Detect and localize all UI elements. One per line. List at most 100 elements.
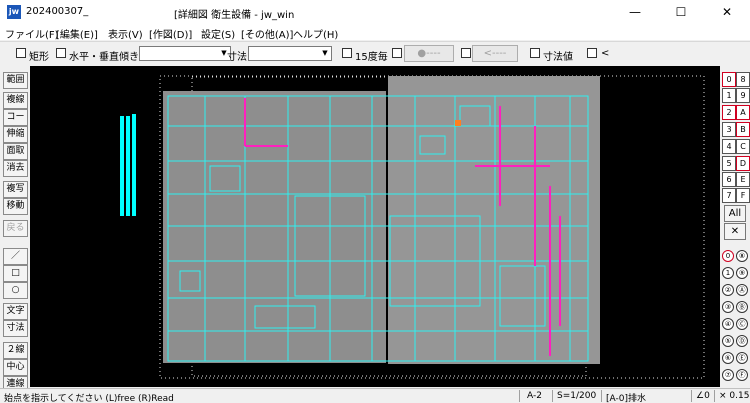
- group-a[interactable]: Ⓐ: [736, 284, 748, 296]
- group-8[interactable]: ⑧: [736, 250, 748, 262]
- tool-double-line[interactable]: ２線: [3, 342, 28, 359]
- dim-value-checkbox[interactable]: [530, 48, 540, 58]
- tool-erase[interactable]: 消去: [3, 160, 28, 177]
- status-divider: [601, 390, 602, 402]
- group-4[interactable]: ④: [722, 318, 734, 330]
- dot-checkbox[interactable]: [392, 48, 402, 58]
- tool-text[interactable]: 文字: [3, 303, 28, 320]
- tool-centerline[interactable]: 中心線: [3, 359, 28, 376]
- every15-checkbox[interactable]: [342, 48, 352, 58]
- dimension-select[interactable]: ▼: [248, 46, 332, 61]
- tool-move[interactable]: 移動: [3, 198, 28, 215]
- layer-b[interactable]: B: [736, 122, 750, 137]
- rect-label: 矩形: [29, 52, 49, 63]
- layer-3[interactable]: 3: [722, 122, 736, 137]
- arrow-line-button[interactable]: <----: [472, 45, 518, 62]
- arrow-checkbox[interactable]: [461, 48, 471, 58]
- status-angle: ∠0: [696, 391, 710, 401]
- drawing-canvas[interactable]: [30, 66, 720, 387]
- tool-dimension[interactable]: 寸法: [3, 320, 28, 337]
- layer-d[interactable]: D: [736, 156, 750, 171]
- statusbar: 始点を指示してください (L)free (R)Read A-2 S=1/200 …: [0, 388, 750, 403]
- layer-close-icon[interactable]: ✕: [724, 223, 746, 240]
- menu-other[interactable]: [その他(A)]: [241, 26, 293, 41]
- layer-a[interactable]: A: [736, 105, 750, 120]
- layer-8[interactable]: 8: [736, 72, 750, 87]
- dot-line-button[interactable]: ●----: [404, 45, 454, 62]
- tool-undo[interactable]: 戻る: [3, 220, 28, 237]
- status-divider: [691, 390, 692, 402]
- status-divider: [519, 390, 520, 402]
- layer-e[interactable]: E: [736, 172, 750, 187]
- minimize-button[interactable]: —: [612, 0, 658, 24]
- layer-1[interactable]: 1: [722, 88, 736, 103]
- group-2[interactable]: ②: [722, 284, 734, 296]
- status-layer-name[interactable]: [A-0]排水: [606, 391, 646, 403]
- status-scale[interactable]: S=1/200: [557, 391, 596, 401]
- tool-chamfer[interactable]: 面取: [3, 143, 28, 160]
- group-3[interactable]: ③: [722, 301, 734, 313]
- chevron-down-icon: ▼: [322, 49, 328, 57]
- tool-corner[interactable]: コーナー: [3, 109, 28, 126]
- group-c[interactable]: Ⓒ: [736, 318, 748, 330]
- group-d[interactable]: Ⓓ: [736, 335, 748, 347]
- group-6[interactable]: ⑥: [722, 352, 734, 364]
- layer-9[interactable]: 9: [736, 88, 750, 103]
- tilt-select[interactable]: ▼: [139, 46, 231, 61]
- menu-file[interactable]: ファイル(F): [5, 26, 59, 41]
- group-e[interactable]: Ⓔ: [736, 352, 748, 364]
- menu-edit[interactable]: [編集(E)]: [56, 26, 98, 41]
- group-0[interactable]: 0: [722, 250, 734, 262]
- tilt-label: 傾き: [119, 52, 139, 63]
- right-layer-panel: 0 1 2 3 4 5 6 7 8 9 A B C D E F All ✕ 0 …: [720, 66, 750, 387]
- tool-line[interactable]: ／: [3, 248, 28, 265]
- close-button[interactable]: ✕: [704, 0, 750, 24]
- tool-parallel[interactable]: 複線: [3, 92, 28, 109]
- layer-6[interactable]: 6: [722, 172, 736, 187]
- tool-rectangle[interactable]: □: [3, 265, 28, 282]
- menu-view[interactable]: 表示(V): [108, 26, 143, 41]
- layer-4[interactable]: 4: [722, 139, 736, 154]
- status-divider: [552, 390, 553, 402]
- scanned-sheet-left: [163, 91, 386, 363]
- dimension-label: 寸法: [227, 52, 247, 63]
- status-message: 始点を指示してください (L)free (R)Read: [4, 394, 174, 403]
- tool-copy[interactable]: 複写: [3, 181, 28, 198]
- group-f[interactable]: Ⓕ: [736, 369, 748, 381]
- group-5[interactable]: ⑤: [722, 335, 734, 347]
- orange-marker: [455, 120, 461, 126]
- app-logo-icon: jw: [7, 5, 21, 19]
- group-b[interactable]: Ⓑ: [736, 301, 748, 313]
- menu-help[interactable]: ヘルプ(H): [293, 26, 338, 41]
- jw-win-window: jw 202400307_ [詳細図 衛生設備 - jw_win — ☐ ✕ フ…: [0, 0, 750, 403]
- layer-0[interactable]: 0: [722, 72, 736, 87]
- horizontal-vertical-checkbox[interactable]: [56, 48, 66, 58]
- layer-7[interactable]: 7: [722, 188, 736, 203]
- group-1[interactable]: 1: [722, 267, 734, 279]
- group-9[interactable]: ⑨: [736, 267, 748, 279]
- menu-settings[interactable]: 設定(S): [201, 26, 235, 41]
- left-tool-panel: 範囲 複線 コーナー 伸縮 面取 消去 複写 移動 戻る ／ □ ○ 文字 寸法…: [0, 66, 30, 393]
- menu-draw[interactable]: [作図(D)]: [149, 26, 192, 41]
- maximize-button[interactable]: ☐: [658, 0, 704, 24]
- lt-checkbox[interactable]: [587, 48, 597, 58]
- layer-5[interactable]: 5: [722, 156, 736, 171]
- group-7[interactable]: ⑦: [722, 369, 734, 381]
- document-name: 202400307_: [26, 6, 89, 17]
- layer-c[interactable]: C: [736, 139, 750, 154]
- layer-all-button[interactable]: All: [724, 205, 746, 222]
- tool-circle[interactable]: ○: [3, 282, 28, 299]
- cad-drawing: [120, 75, 705, 379]
- tool-range[interactable]: 範囲: [3, 72, 28, 89]
- menubar: ファイル(F) [編集(E)] 表示(V) [作図(D)] 設定(S) [その他…: [0, 24, 750, 41]
- status-layer: A-2: [527, 391, 542, 401]
- layer-2[interactable]: 2: [722, 105, 736, 120]
- layer-f[interactable]: F: [736, 188, 750, 203]
- window-title: [詳細図 衛生設備 - jw_win: [174, 10, 295, 21]
- horizontal-vertical-label: 水平・垂直: [69, 52, 119, 63]
- tool-stretch[interactable]: 伸縮: [3, 126, 28, 143]
- dim-value-label: 寸法値: [543, 52, 573, 63]
- status-zoom: × 0.15: [719, 391, 750, 401]
- lt-label: <: [601, 48, 610, 59]
- rect-checkbox[interactable]: [16, 48, 26, 58]
